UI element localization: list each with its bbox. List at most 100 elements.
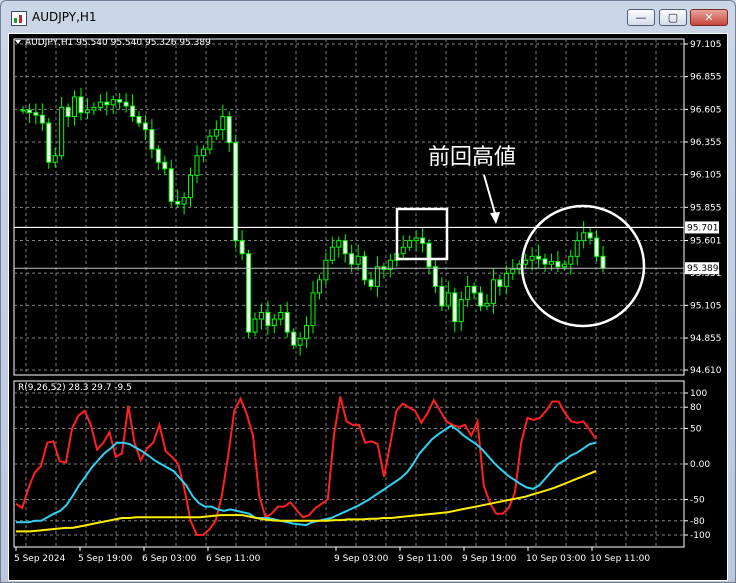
candle-body-16 [123, 101, 129, 107]
candle-body-25 [181, 197, 187, 205]
candle-body-40 [278, 312, 284, 320]
indicator-layer [15, 396, 597, 536]
ind-tick-label-5: -80 [690, 517, 705, 527]
price-tick-label-8: 95.105 [690, 301, 722, 311]
indicator-panel-frame [13, 380, 685, 548]
maximize-button[interactable]: ▢ [659, 9, 687, 26]
candle-body-39 [271, 318, 277, 327]
candle-body-48 [329, 246, 335, 261]
candle-body-29 [207, 135, 213, 150]
candle-body-10 [84, 109, 90, 114]
candle-body-42 [291, 331, 297, 346]
close-button[interactable]: ✕ [690, 9, 728, 26]
annotation-text: 前回高値 [428, 145, 516, 170]
candle-body-88 [587, 232, 593, 239]
candle-body-31 [220, 116, 226, 131]
candle-body-23 [168, 168, 174, 202]
candle-body-76 [510, 268, 516, 274]
candle-body-28 [200, 148, 206, 157]
time-tick-label-8: 10 Sep 11:00 [590, 554, 650, 564]
highlight-circle [520, 204, 646, 328]
candle-body-14 [110, 99, 116, 106]
candle-body-61 [413, 237, 419, 242]
candle-body-4 [46, 122, 52, 163]
candle-body-46 [316, 279, 322, 294]
candle-body-30 [213, 129, 219, 137]
candle-body-44 [304, 325, 310, 340]
candle-body-22 [162, 161, 168, 170]
candle-body-5 [52, 155, 58, 163]
time-tick-label-2: 6 Sep 03:00 [142, 554, 197, 564]
current-price-label: 95.389 [687, 264, 719, 274]
candle-body-3 [39, 114, 45, 124]
price-tick-label-9: 94.855 [690, 334, 722, 344]
price-layer [14, 87, 684, 356]
candle-body-35 [246, 253, 252, 333]
price-header-text: AUDJPY,H1 95.540 95.540 95.326 95.389 [25, 38, 211, 48]
candle-body-86 [574, 240, 580, 257]
candle-body-43 [297, 338, 303, 346]
time-tick-label-4: 9 Sep 03:00 [334, 554, 389, 564]
chart-menu-arrow [15, 40, 21, 44]
price-tick-label-4: 96.105 [690, 171, 722, 181]
indicator-series-1 [16, 424, 597, 527]
price-tick-label-1: 96.855 [690, 73, 722, 83]
chart-app-icon [11, 11, 27, 26]
ind-tick-label-4: -50 [690, 496, 705, 506]
candle-body-74 [497, 279, 503, 287]
candle-body-89 [594, 237, 600, 257]
annotation-arrow-shaft [483, 174, 497, 218]
candle-body-71 [478, 292, 484, 307]
candle-body-72 [484, 302, 490, 307]
ind-tick-label-2: 50 [690, 425, 702, 435]
candle-body-70 [471, 285, 477, 294]
candle-body-87 [581, 232, 587, 242]
candle-body-55 [374, 266, 380, 287]
candle-body-1 [26, 109, 32, 114]
candle-body-17 [130, 105, 136, 118]
candle-body-67 [452, 292, 458, 323]
candle-body-33 [233, 142, 239, 242]
candle-body-54 [368, 279, 374, 287]
candle-body-85 [568, 255, 574, 265]
candle-body-13 [104, 101, 110, 106]
price-tick-label-3: 96.355 [690, 138, 722, 148]
ind-tick-label-0: 100 [690, 389, 707, 399]
candle-body-49 [336, 240, 342, 248]
candle-body-2 [33, 112, 39, 116]
chart-canvas[interactable]: 97.105 96.855 96.605 96.355 96.105 95.855 95.6… [8, 33, 726, 579]
time-tick-label-6: 9 Sep 19:00 [462, 554, 517, 564]
price-tick-label-2: 96.605 [690, 105, 722, 115]
prior-high-price-label: 95.701 [687, 223, 719, 233]
candle-body-62 [420, 237, 426, 244]
candle-body-18 [136, 116, 142, 124]
candle-body-34 [239, 240, 245, 255]
candle-body-45 [310, 292, 316, 327]
candle-body-66 [445, 292, 451, 307]
time-tick-label-1: 5 Sep 19:00 [78, 554, 133, 564]
title-bar[interactable]: AUDJPY,H1 — ▢ ✕ [1, 1, 735, 34]
time-tick-label-5: 9 Sep 11:00 [398, 554, 453, 564]
grid-layer [13, 38, 685, 548]
candle-body-73 [490, 279, 496, 304]
candle-body-81 [542, 258, 548, 265]
candle-body-83 [555, 261, 561, 268]
candle-body-12 [97, 101, 103, 108]
indicator-series-0 [15, 396, 597, 536]
candle-body-41 [284, 312, 290, 333]
minimize-button[interactable]: — [627, 9, 655, 26]
price-tick-label-5: 95.855 [690, 203, 722, 213]
candle-body-47 [323, 259, 329, 281]
candle-body-84 [561, 263, 567, 268]
indicator-series-2 [16, 470, 597, 533]
candle-body-19 [142, 122, 148, 131]
candle-body-65 [439, 285, 445, 307]
candle-body-21 [155, 148, 161, 163]
candle-body-80 [536, 255, 542, 260]
candle-body-68 [458, 298, 464, 323]
candle-body-8 [72, 96, 78, 118]
candle-body-36 [252, 318, 258, 333]
indicator-header-text: R(9,26,52) 28.3 29.7 -9.5 [18, 383, 132, 393]
candle-body-0 [20, 109, 26, 112]
candle-body-38 [265, 312, 271, 327]
